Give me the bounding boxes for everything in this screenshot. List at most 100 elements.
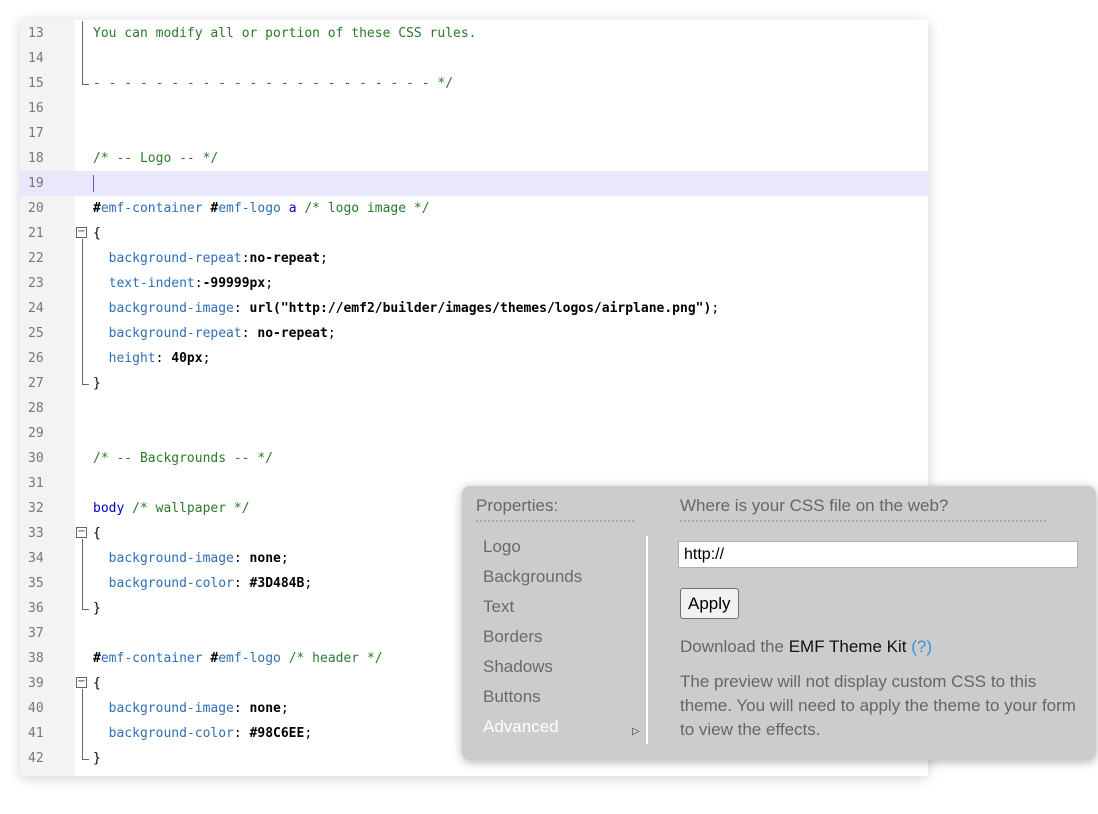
code-line[interactable]: 15 - - - - - - - - - - - - - - - - - - - … <box>20 71 928 96</box>
fold-guide <box>82 596 83 609</box>
code-text: background-image: none; <box>93 696 289 721</box>
property-item-borders[interactable]: Borders <box>483 622 543 652</box>
code-token: emf-container <box>100 201 203 216</box>
property-item-logo[interactable]: Logo <box>483 532 521 562</box>
fold-guide <box>82 321 83 346</box>
code-line[interactable]: 27} <box>20 371 928 396</box>
code-token: /* header */ <box>288 651 383 666</box>
code-line[interactable]: 13 You can modify all or portion of these… <box>20 21 928 46</box>
property-item-shadows[interactable]: Shadows <box>483 652 553 682</box>
fold-guide <box>82 246 83 271</box>
code-token: background-repeat <box>108 251 242 266</box>
code-line[interactable]: 20 #emf-container #emf-logo a /* logo ima… <box>20 196 928 221</box>
fold-guide <box>82 546 83 571</box>
code-text: height: 40px; <box>93 346 211 371</box>
code-line[interactable]: 28 <box>20 396 928 421</box>
code-token: ; <box>711 301 720 316</box>
code-token: a <box>288 201 297 216</box>
line-number: 23 <box>28 276 44 291</box>
code-line[interactable]: 23 text-indent:-99999px; <box>20 271 928 296</box>
code-token: background-image <box>108 551 234 566</box>
line-number: 13 <box>28 26 44 41</box>
properties-title: Properties: <box>476 496 559 515</box>
code-line[interactable]: 29 <box>20 421 928 446</box>
minus-box-icon[interactable]: − <box>76 527 87 538</box>
code-line[interactable]: 26 height: 40px; <box>20 346 928 371</box>
css-title-underline <box>680 520 1046 522</box>
fold-guide <box>82 296 83 321</box>
line-number: 34 <box>28 551 44 566</box>
fold-guide <box>82 46 83 71</box>
fold-guide <box>82 696 83 721</box>
line-number: 18 <box>28 151 44 166</box>
line-number: 38 <box>28 651 44 666</box>
line-number: 16 <box>28 101 44 116</box>
code-line[interactable]: 19 <box>20 171 928 196</box>
fold-guide <box>82 21 83 46</box>
property-item-advanced[interactable]: Advanced <box>483 712 559 742</box>
minus-box-icon[interactable]: − <box>76 227 87 238</box>
code-token: # <box>93 201 101 216</box>
code-token: /* -- Backgrounds -- */ <box>93 451 274 466</box>
code-text: background-repeat: no-repeat; <box>93 321 336 346</box>
code-token: emf-container <box>100 651 203 666</box>
theme-kit-link[interactable]: EMF Theme Kit <box>789 637 907 656</box>
line-number: 32 <box>28 501 44 516</box>
line-number: 29 <box>28 426 44 441</box>
code-text: background-color: #98C6EE; <box>93 721 313 746</box>
code-line[interactable]: 18 /* -- Logo -- */ <box>20 146 928 171</box>
property-item-text[interactable]: Text <box>483 592 514 622</box>
code-token: ; <box>280 551 289 566</box>
code-token: : <box>194 276 203 291</box>
code-token: ; <box>304 726 313 741</box>
line-number: 17 <box>28 126 44 141</box>
minus-box-icon[interactable]: − <box>76 677 87 688</box>
line-number: 37 <box>28 626 44 641</box>
help-link[interactable]: (?) <box>911 637 932 656</box>
code-line[interactable]: 22 background-repeat:no-repeat; <box>20 246 928 271</box>
code-line[interactable]: 21 −{ <box>20 221 928 246</box>
property-item-buttons[interactable]: Buttons <box>483 682 541 712</box>
line-number: 14 <box>28 51 44 66</box>
code-token: /* wallpaper */ <box>132 501 250 516</box>
properties-title-underline <box>476 520 634 522</box>
code-token: emf-logo <box>218 201 281 216</box>
code-token: } <box>93 751 101 766</box>
preview-note: The preview will not display custom CSS … <box>680 672 1076 739</box>
code-text: body /* wallpaper */ <box>93 496 250 521</box>
code-token: : <box>233 551 250 566</box>
download-line: Download the EMF Theme Kit (?) <box>680 637 932 657</box>
line-number: 40 <box>28 701 44 716</box>
code-token: url("http://emf2/builder/images/themes/l… <box>249 301 712 316</box>
code-token: } <box>93 601 101 616</box>
line-number: 33 <box>28 526 44 541</box>
line-number: 20 <box>28 201 44 216</box>
apply-button[interactable]: Apply <box>680 588 739 619</box>
code-token: height <box>108 351 156 366</box>
code-token: : <box>233 701 250 716</box>
code-line[interactable]: 25 background-repeat: no-repeat; <box>20 321 928 346</box>
css-url-input[interactable] <box>678 541 1078 568</box>
code-line[interactable]: 17 <box>20 121 928 146</box>
fold-guide-end <box>82 609 89 610</box>
line-number: 15 <box>28 76 44 91</box>
properties-panel: Properties: Logo Backgrounds Text Border… <box>462 486 1096 760</box>
fold-guide <box>82 571 83 596</box>
code-line[interactable]: 16 <box>20 96 928 121</box>
code-token: no-repeat <box>257 326 328 341</box>
code-text: background-repeat:no-repeat; <box>93 246 328 271</box>
code-line[interactable]: 24 background-image: url("http://emf2/bu… <box>20 296 928 321</box>
code-token: : <box>241 326 258 341</box>
code-line[interactable]: 14 <box>20 46 928 71</box>
code-line[interactable]: 30 /* -- Backgrounds -- */ <box>20 446 928 471</box>
fold-guide <box>82 271 83 296</box>
property-item-backgrounds[interactable]: Backgrounds <box>483 562 582 592</box>
code-token: : <box>241 251 250 266</box>
code-text: You can modify all or portion of these C… <box>93 21 477 46</box>
line-number: 39 <box>28 676 44 691</box>
